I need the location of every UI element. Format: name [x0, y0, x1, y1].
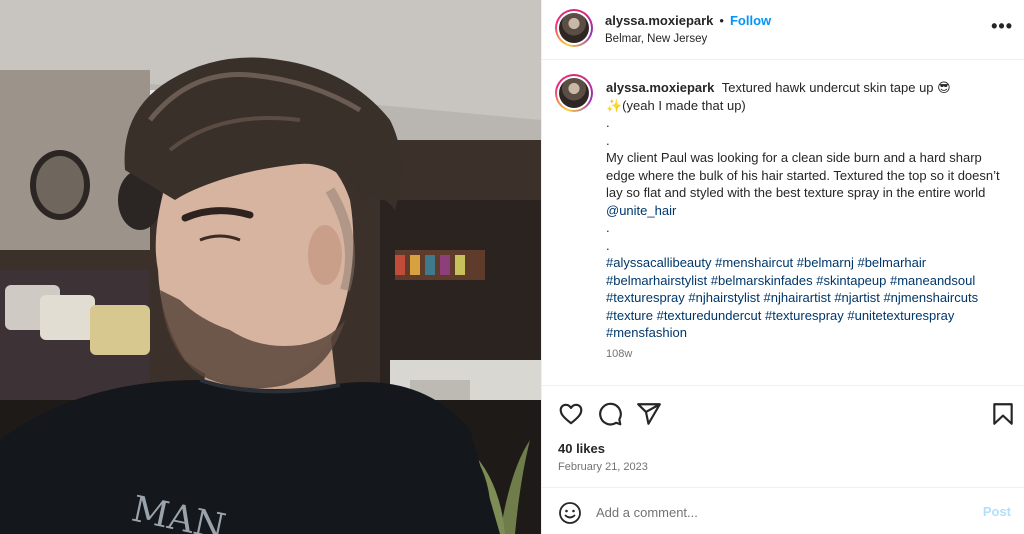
emoji-icon[interactable] — [558, 501, 582, 525]
caption-dot: . — [606, 115, 610, 130]
location-link[interactable]: Belmar, New Jersey — [605, 33, 707, 45]
caption-line-2: ✨(yeah I made that up) — [606, 97, 746, 113]
share-icon[interactable] — [636, 401, 662, 427]
likes-count[interactable]: 40 likes — [558, 441, 605, 456]
caption-line-1: Textured hawk undercut skin tape up 😎 — [721, 80, 951, 95]
follow-button[interactable]: Follow — [730, 13, 771, 28]
caption-avatar[interactable] — [555, 74, 593, 112]
comment-input[interactable] — [596, 497, 956, 527]
header-username[interactable]: alyssa.moxiepark — [605, 13, 713, 28]
mention-link[interactable]: @unite_hair — [606, 203, 676, 218]
bookmark-icon[interactable] — [990, 401, 1016, 427]
comment-icon[interactable] — [597, 401, 623, 427]
post-header: alyssa.moxiepark • Follow Belmar, New Jers… — [542, 0, 1024, 60]
post-photo[interactable]: MAN — [0, 0, 541, 534]
photo-illustration: MAN — [0, 0, 541, 534]
caption-timestamp[interactable]: 108w — [606, 348, 632, 360]
caption-username[interactable]: alyssa.moxiepark — [606, 80, 714, 95]
heart-icon[interactable] — [558, 401, 584, 427]
comment-bar: Post — [542, 487, 1024, 534]
caption-body: My client Paul was looking for a clean s… — [606, 150, 1000, 200]
caption-area: alyssa.moxiepark Textured hawk undercut … — [542, 61, 1024, 381]
caption-dot: . — [606, 220, 610, 235]
more-options-icon[interactable]: ••• — [991, 16, 1013, 37]
caption-dot: . — [606, 132, 610, 148]
post-panel: alyssa.moxiepark • Follow Belmar, New Jers… — [541, 0, 1024, 534]
action-bar: 40 likes February 21, 2023 — [542, 385, 1024, 485]
avatar[interactable] — [555, 9, 593, 47]
post-comment-button[interactable]: Post — [983, 504, 1011, 519]
hashtags[interactable]: #alyssacallibeauty #menshaircut #belmarn… — [606, 254, 1006, 342]
caption-text: alyssa.moxiepark Textured hawk undercut … — [606, 79, 1006, 342]
header-separator-dot: • — [719, 13, 724, 28]
post-date: February 21, 2023 — [558, 461, 648, 473]
caption-dot: . — [606, 237, 610, 253]
